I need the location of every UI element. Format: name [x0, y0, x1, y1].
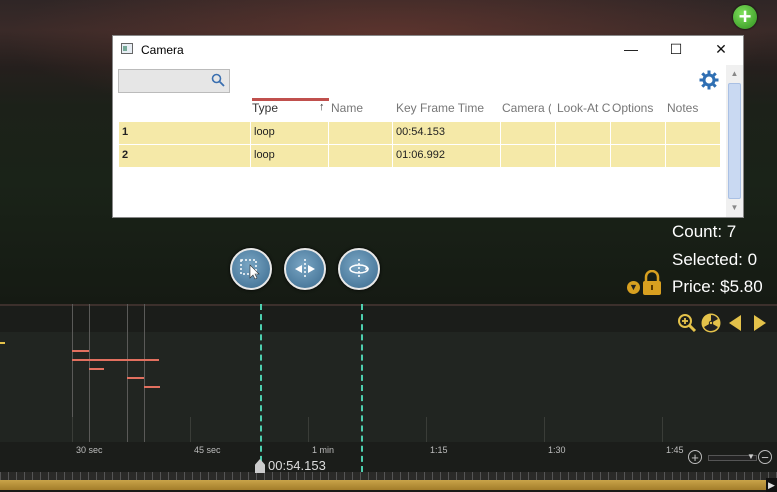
time-tick [662, 417, 663, 442]
row-name [329, 145, 393, 167]
time-tick [190, 417, 191, 442]
keyframe-line[interactable] [361, 304, 363, 472]
ruler-ticks [0, 472, 777, 480]
time-label: 1:15 [430, 445, 448, 455]
column-header-lookat[interactable]: Look-At C [557, 101, 610, 115]
timeline-divider [0, 304, 777, 306]
minimize-button[interactable]: — [616, 39, 646, 59]
scroll-up-icon[interactable]: ▲ [726, 67, 743, 81]
maximize-button[interactable]: ☐ [661, 39, 691, 59]
timeline-track[interactable] [0, 332, 777, 442]
scrollbar-thumb[interactable] [728, 83, 741, 199]
time-label: 1 min [312, 445, 335, 455]
clip-segment[interactable] [89, 368, 104, 370]
track-marker-line [127, 304, 128, 442]
row-name [329, 122, 393, 144]
row-options [611, 145, 666, 167]
scroll-right-icon[interactable]: ▶ [766, 478, 777, 492]
add-button[interactable]: + [733, 5, 757, 29]
split-button[interactable] [284, 248, 326, 290]
close-button[interactable]: ✕ [706, 39, 736, 59]
row-options [611, 122, 666, 144]
selected-label: Selected: 0 [672, 250, 758, 269]
search-icon[interactable] [211, 73, 225, 90]
download-icon[interactable]: ▼ [627, 281, 640, 294]
row-keyframe-time: 00:54.153 [393, 122, 501, 144]
playhead-time: 00:54.153 [268, 458, 326, 473]
column-header-camera[interactable]: Camera ( [502, 101, 551, 115]
loop-icon [349, 259, 369, 279]
sort-arrow-icon: ↑ [319, 101, 325, 113]
row-camera [501, 122, 556, 144]
time-tick [308, 417, 309, 442]
clip-segment[interactable] [144, 386, 160, 388]
time-label: 1:45 [666, 445, 684, 455]
track-marker-line [89, 304, 90, 442]
time-tick [544, 417, 545, 442]
clip-segment[interactable] [127, 377, 144, 379]
row-notes [666, 145, 721, 167]
time-label: 1:30 [548, 445, 566, 455]
radiation-icon[interactable] [701, 313, 721, 333]
table-row[interactable]: 2 loop 01:06.992 [119, 145, 721, 167]
column-header-notes[interactable]: Notes [667, 101, 717, 115]
row-keyframe-time: 01:06.992 [393, 145, 501, 167]
clip-segment[interactable] [72, 359, 159, 361]
playhead-handle[interactable] [255, 459, 265, 473]
next-icon[interactable] [752, 313, 768, 333]
clip-segment[interactable] [72, 350, 89, 352]
window-titlebar[interactable]: Camera — ☐ ✕ [113, 36, 743, 63]
column-header-type[interactable]: Type [252, 101, 322, 115]
row-type: loop [251, 122, 329, 144]
row-notes [666, 122, 721, 144]
camera-window: Camera — ☐ ✕ Type ↑ Name Key Frame Time … [112, 35, 744, 218]
row-id: 2 [119, 145, 251, 167]
row-lookat [556, 122, 611, 144]
track-marker-line [144, 304, 145, 442]
time-label: 45 sec [194, 445, 221, 455]
time-label: 30 sec [76, 445, 103, 455]
scroll-down-icon[interactable]: ▼ [726, 201, 743, 215]
vertical-scrollbar[interactable]: ▲ ▼ [726, 65, 743, 217]
row-id: 1 [119, 122, 251, 144]
lock-icon[interactable] [641, 269, 663, 301]
zoom-in-icon[interactable] [677, 313, 697, 333]
select-region-icon [240, 259, 260, 280]
time-tick [72, 417, 73, 442]
column-header-keyframe-time[interactable]: Key Frame Time [396, 101, 496, 115]
select-region-button[interactable] [230, 248, 272, 290]
gear-icon[interactable] [699, 70, 719, 94]
window-title: Camera [141, 43, 184, 57]
time-tick [426, 417, 427, 442]
loop-button[interactable] [338, 248, 380, 290]
previous-icon[interactable] [727, 313, 743, 333]
window-app-icon [121, 43, 133, 54]
zoom-slider-knob[interactable]: ▼ [747, 452, 755, 461]
count-label: Count: 7 [672, 222, 737, 241]
track-marker [0, 342, 5, 344]
price-label: Price: $5.80 [672, 277, 763, 296]
table-row[interactable]: 1 loop 00:54.153 [119, 122, 721, 144]
row-type: loop [251, 145, 329, 167]
zoom-plus-icon[interactable]: + [688, 450, 702, 464]
row-lookat [556, 145, 611, 167]
search-input[interactable] [118, 69, 230, 93]
timeline-panel[interactable]: 30 sec 45 sec 1 min 1:15 1:30 1:45 00:54… [0, 304, 777, 492]
split-icon [295, 259, 315, 279]
timeline-scrollbar[interactable] [0, 480, 766, 490]
row-camera [501, 145, 556, 167]
zoom-minus-icon[interactable]: − [758, 450, 772, 464]
keyframe-line[interactable] [260, 304, 262, 472]
column-header-name[interactable]: Name [331, 101, 391, 115]
column-header-options[interactable]: Options [612, 101, 662, 115]
